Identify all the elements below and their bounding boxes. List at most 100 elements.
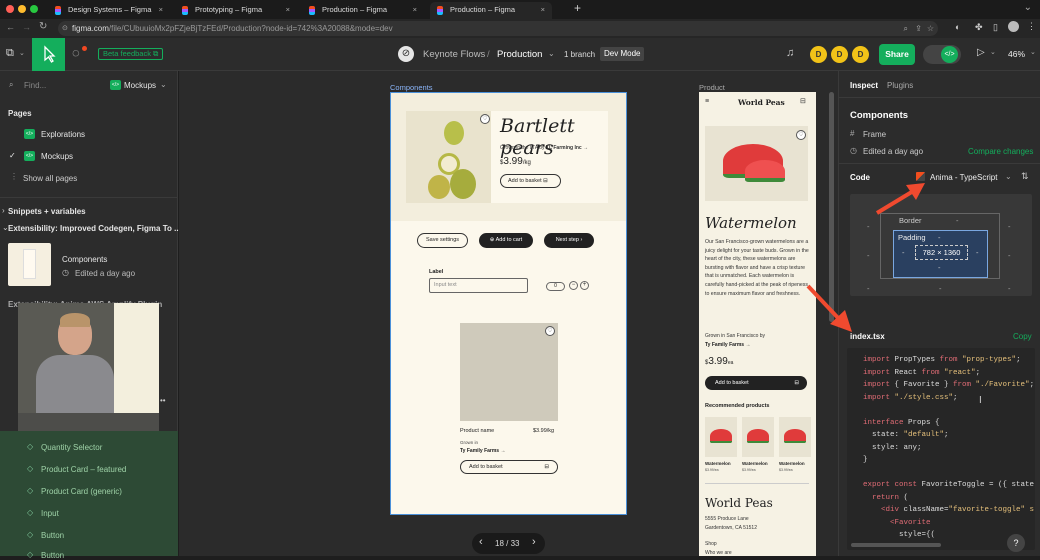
- favorite-heart-icon[interactable]: ♡: [480, 114, 490, 124]
- chevron-down-icon[interactable]: ⌄: [1030, 48, 1036, 56]
- farm-link[interactable]: Ty Family Farms →: [705, 342, 750, 348]
- snippets-heading[interactable]: Snippets + variables: [8, 207, 86, 216]
- basket-icon[interactable]: ⊟: [800, 97, 806, 105]
- copy-code-button[interactable]: Copy: [1013, 332, 1032, 341]
- recommended-thumb[interactable]: [742, 417, 774, 457]
- add-to-basket-button[interactable]: Add to basket ⊟: [460, 460, 558, 474]
- move-tool-button[interactable]: [32, 38, 65, 71]
- frame-label-components[interactable]: Components: [390, 83, 433, 92]
- chevron-down-icon[interactable]: ⌄: [19, 49, 25, 57]
- caret-right-icon[interactable]: ›: [2, 206, 5, 215]
- layer-product-card-generic[interactable]: Product Card (generic): [41, 487, 122, 496]
- settings-sliders-icon[interactable]: ⇅: [1021, 171, 1029, 182]
- section-extensibility[interactable]: Extensibility: Improved Codegen, Figma T…: [8, 224, 181, 233]
- avatar[interactable]: D: [810, 46, 827, 63]
- next-step-button[interactable]: Next step ›: [544, 233, 594, 248]
- extension-icon[interactable]: ◐: [955, 22, 960, 32]
- chevron-down-icon[interactable]: ⌄: [1005, 172, 1012, 181]
- headphones-icon[interactable]: ♫: [786, 47, 794, 59]
- sidebar-icon[interactable]: ▯: [993, 22, 998, 33]
- add-to-basket-button[interactable]: Add to basket ⊟: [500, 174, 561, 188]
- file-name[interactable]: Production: [497, 49, 542, 60]
- hamburger-menu-icon[interactable]: ≡: [705, 98, 709, 105]
- chevron-down-icon[interactable]: ⌄: [160, 80, 167, 89]
- new-tab-button[interactable]: +: [574, 1, 581, 15]
- page-item-mockups[interactable]: Mockups: [41, 152, 73, 161]
- zoom-icon[interactable]: ⌕: [904, 21, 908, 36]
- components-frame[interactable]: ♡ Bartlett pears Grown in the LTA by TL …: [390, 92, 627, 515]
- project-name[interactable]: Keynote Flows: [423, 49, 485, 60]
- layer-quantity-selector[interactable]: Quantity Selector: [41, 443, 102, 452]
- plus-icon[interactable]: +: [580, 281, 589, 290]
- address-bar[interactable]: ⊙ figma.com/file/CUbuuioMx2pFZjeBjTzFEd/…: [58, 21, 938, 36]
- profile-avatar[interactable]: [1008, 21, 1019, 32]
- avatar[interactable]: D: [852, 46, 869, 63]
- more-dots-icon[interactable]: ••: [160, 396, 166, 405]
- page-selector[interactable]: Mockups: [124, 81, 156, 90]
- horizontal-scrollbar[interactable]: [851, 543, 941, 547]
- browser-menu-icon[interactable]: ⋮: [1027, 21, 1036, 32]
- recommended-thumb[interactable]: [779, 417, 811, 457]
- forward-icon[interactable]: →: [22, 22, 31, 32]
- code-viewer[interactable]: import PropTypes from "prop-types"; impor…: [847, 348, 1035, 550]
- quantity-value[interactable]: 0: [546, 282, 565, 291]
- text-input[interactable]: Input text: [429, 278, 528, 293]
- find-input[interactable]: Find...: [24, 81, 46, 90]
- figma-menu-icon[interactable]: ⧉: [6, 47, 14, 60]
- code-language-select[interactable]: Anima - TypeScript: [930, 173, 997, 182]
- footer-link-who[interactable]: Who we are: [705, 550, 732, 556]
- dev-mode-badge[interactable]: Dev Mode: [600, 47, 645, 61]
- puzzle-icon[interactable]: ✤: [975, 22, 983, 33]
- add-to-basket-button[interactable]: Add to basket ⊟: [705, 376, 807, 390]
- browser-tab[interactable]: Production – Figma ×: [302, 2, 424, 19]
- tab-list-chevron-icon[interactable]: ⌄: [1024, 2, 1032, 13]
- comment-icon[interactable]: ◌: [72, 45, 80, 60]
- help-button[interactable]: ?: [1007, 534, 1025, 552]
- close-tab-icon[interactable]: ×: [286, 2, 290, 17]
- farm-link[interactable]: Ty Family Farms →: [460, 448, 505, 454]
- close-tab-icon[interactable]: ×: [413, 2, 417, 17]
- file-chevron-icon[interactable]: ⌄: [548, 49, 555, 58]
- frame-name[interactable]: Components: [62, 255, 107, 264]
- close-window-button[interactable]: [6, 5, 14, 13]
- close-tab-icon[interactable]: ×: [159, 2, 163, 17]
- product-frame[interactable]: ≡ World Peas ⊟ ♡ Watermelon Our San Fran…: [699, 92, 816, 556]
- favorite-heart-icon[interactable]: ♡: [545, 326, 555, 336]
- minus-icon[interactable]: −: [569, 281, 578, 290]
- maximize-window-button[interactable]: [30, 5, 38, 13]
- layer-input[interactable]: Input: [41, 509, 59, 518]
- zoom-level[interactable]: 46%: [1008, 49, 1025, 59]
- previous-frame-icon[interactable]: ‹: [479, 536, 483, 548]
- search-icon[interactable]: ⌕: [9, 80, 13, 90]
- share-button[interactable]: Share: [879, 44, 915, 65]
- branch-count[interactable]: 1 branch: [564, 50, 595, 59]
- tab-inspect[interactable]: Inspect: [850, 81, 878, 90]
- avatar[interactable]: D: [831, 46, 848, 63]
- page-item-explorations[interactable]: Explorations: [41, 130, 85, 139]
- tab-plugins[interactable]: Plugins: [887, 81, 913, 90]
- layer-button[interactable]: Button: [41, 531, 64, 540]
- present-play-icon[interactable]: ▷: [977, 47, 985, 58]
- show-all-pages-link[interactable]: Show all pages: [23, 174, 77, 183]
- dev-mode-toggle[interactable]: </>: [923, 45, 961, 64]
- close-tab-icon[interactable]: ×: [541, 2, 545, 17]
- frame-label-product[interactable]: Product: [699, 83, 725, 92]
- bookmark-star-icon[interactable]: ☆: [927, 21, 934, 36]
- recommended-thumb[interactable]: [705, 417, 737, 457]
- share-page-icon[interactable]: ⇪: [915, 21, 922, 36]
- browser-tab[interactable]: Prototyping – Figma ×: [175, 2, 297, 19]
- save-settings-button[interactable]: Save settings: [417, 233, 468, 248]
- minimize-window-button[interactable]: [18, 5, 26, 13]
- next-frame-icon[interactable]: ›: [532, 536, 536, 548]
- frame-thumbnail[interactable]: [8, 243, 51, 286]
- compare-changes-link[interactable]: Compare changes: [968, 147, 1033, 156]
- browser-tab-active[interactable]: Production – Figma ×: [430, 2, 552, 19]
- site-info-icon[interactable]: ⊙: [62, 21, 68, 36]
- beta-feedback-button[interactable]: Beta feedback ⧉: [98, 48, 164, 60]
- favorite-heart-icon[interactable]: ♡: [796, 130, 806, 140]
- back-icon[interactable]: ←: [6, 22, 15, 32]
- canvas[interactable]: Components Product ♡ Bartlett pears Grow…: [179, 71, 838, 556]
- browser-tab[interactable]: Design Systems – Figma ×: [48, 2, 170, 19]
- reload-icon[interactable]: ↻: [39, 21, 47, 32]
- footer-link-shop[interactable]: Shop: [705, 541, 717, 547]
